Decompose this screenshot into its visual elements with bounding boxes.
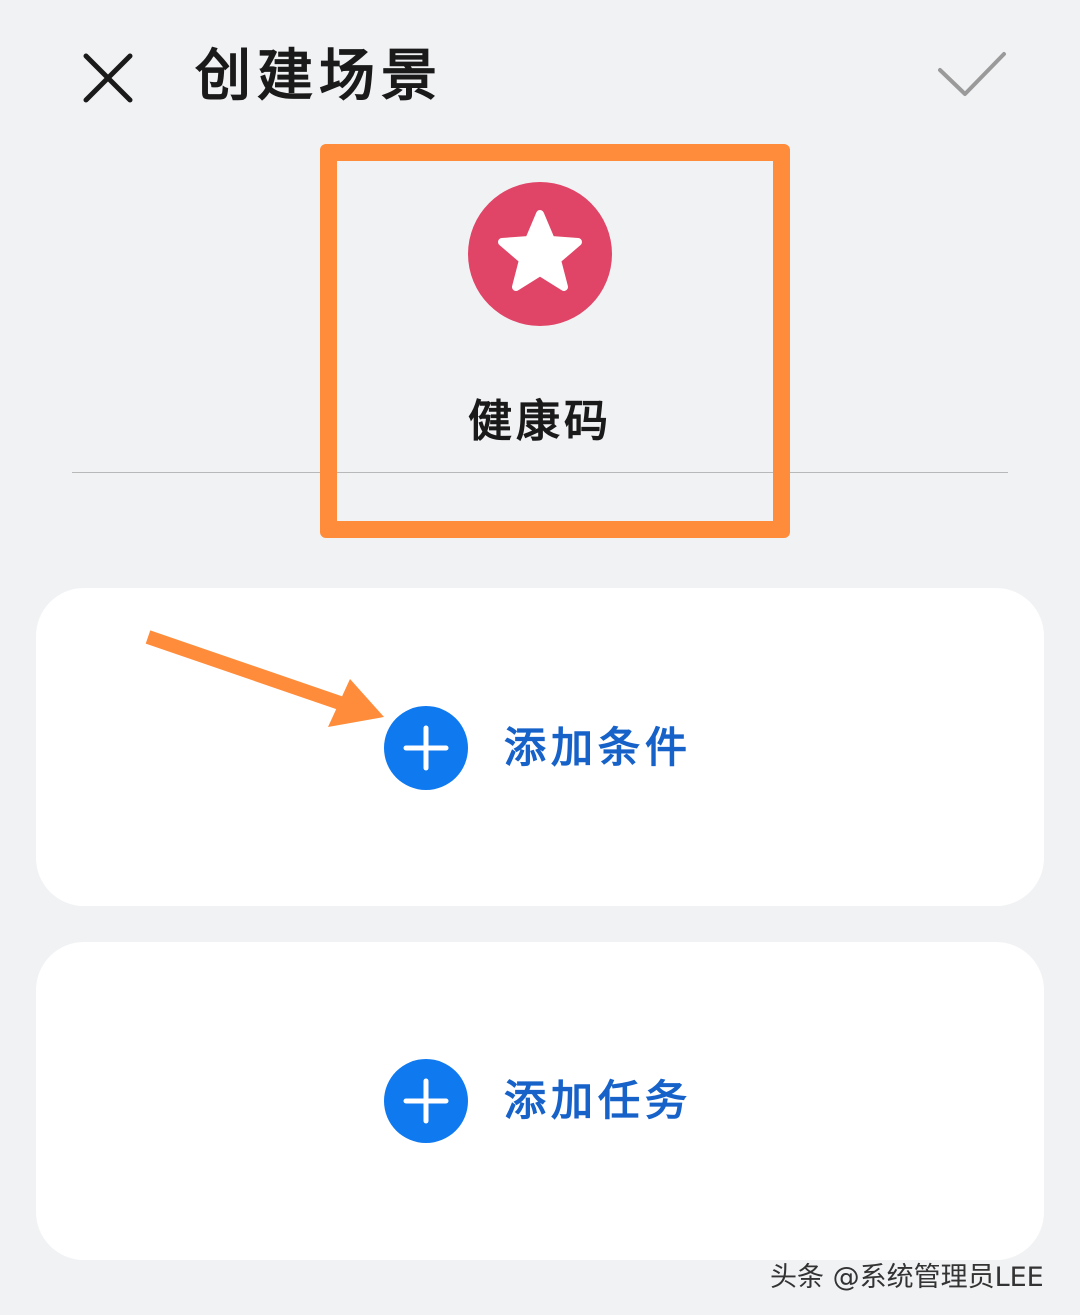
confirm-button[interactable]: [935, 48, 1009, 100]
add-task-circle: [384, 1059, 468, 1143]
add-task-button[interactable]: 添加任务: [384, 1059, 744, 1143]
task-card: 添加任务: [36, 942, 1044, 1260]
header-bar: 创建场景: [0, 0, 1080, 150]
highlight-annotation-box: [320, 144, 790, 538]
add-task-label: 添加任务: [504, 1076, 693, 1125]
close-button[interactable]: [78, 48, 138, 108]
arrow-annotation-icon: [145, 630, 384, 727]
watermark: 头条 @系统管理员LEE: [770, 1262, 1044, 1293]
page-title: 创建场景: [195, 43, 443, 109]
close-icon: [83, 53, 133, 103]
plus-icon: [403, 1078, 449, 1124]
add-condition-button[interactable]: 添加条件: [384, 706, 744, 790]
check-icon: [938, 52, 1006, 96]
add-condition-label: 添加条件: [504, 723, 693, 772]
